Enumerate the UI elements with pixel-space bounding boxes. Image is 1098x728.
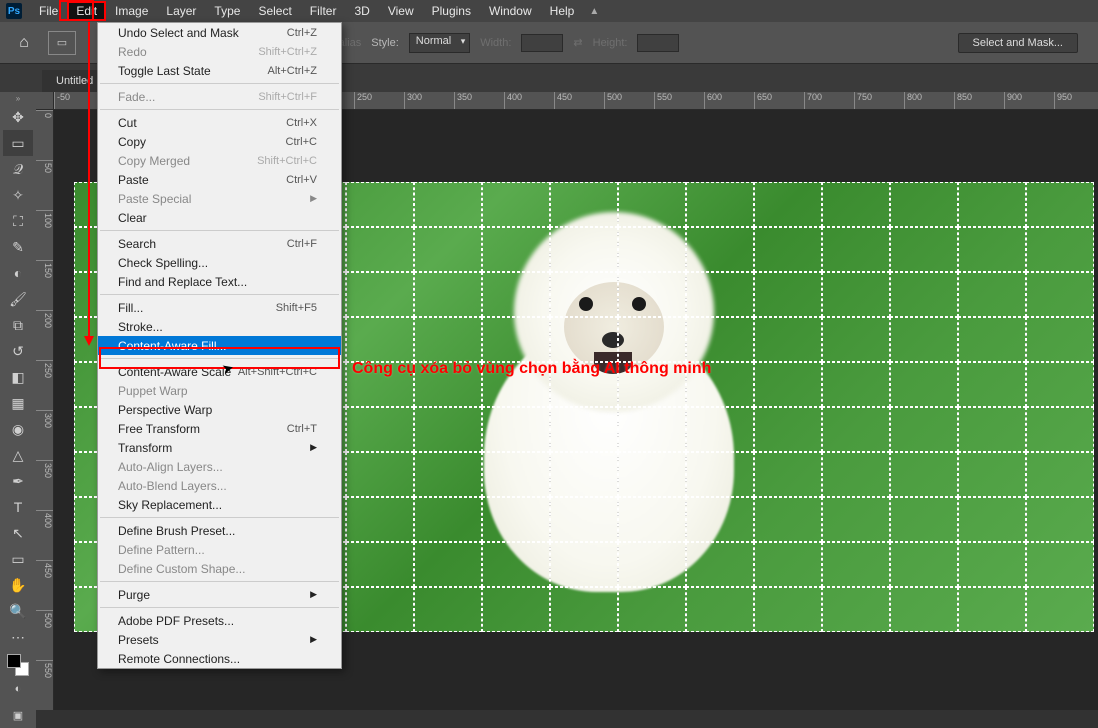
- menu-item-define-brush-preset[interactable]: Define Brush Preset...: [98, 521, 341, 540]
- menu-type[interactable]: Type: [205, 1, 249, 21]
- menu-3d[interactable]: 3D: [345, 1, 378, 21]
- brush-tool-icon[interactable]: 🖌: [3, 286, 33, 312]
- annotation-arrow: [88, 22, 90, 344]
- menu-item-remote-connections[interactable]: Remote Connections...: [98, 649, 341, 668]
- annotation-text: Công cụ xóa bỏ vùng chọn bằng AI thông m…: [352, 360, 711, 378]
- style-label: Style:: [371, 37, 399, 49]
- style-select[interactable]: Normal: [409, 33, 470, 53]
- height-input[interactable]: [637, 34, 679, 52]
- width-label: Width:: [480, 37, 511, 49]
- menu-item-fade: Fade...Shift+Ctrl+F: [98, 87, 341, 106]
- crop-tool-icon[interactable]: ⛶: [3, 208, 33, 234]
- menu-item-define-pattern: Define Pattern...: [98, 540, 341, 559]
- menu-window[interactable]: Window: [480, 1, 541, 21]
- lasso-tool-icon[interactable]: 𝒬: [3, 156, 33, 182]
- color-swatches[interactable]: [7, 654, 29, 676]
- menu-item-perspective-warp[interactable]: Perspective Warp: [98, 400, 341, 419]
- menu-item-auto-align-layers: Auto-Align Layers...: [98, 457, 341, 476]
- menu-item-free-transform[interactable]: Free TransformCtrl+T: [98, 419, 341, 438]
- menu-item-redo: RedoShift+Ctrl+Z: [98, 42, 341, 61]
- menu-plugins[interactable]: Plugins: [423, 1, 480, 21]
- collapse-icon[interactable]: ▲: [589, 6, 599, 17]
- menu-item-content-aware-fill[interactable]: Content-Aware Fill...: [98, 336, 341, 355]
- menu-item-sky-replacement[interactable]: Sky Replacement...: [98, 495, 341, 514]
- gradient-tool-icon[interactable]: ▦: [3, 390, 33, 416]
- pen-tool-icon[interactable]: ✒: [3, 468, 33, 494]
- edit-menu-dropdown: Undo Select and MaskCtrl+ZRedoShift+Ctrl…: [97, 22, 342, 669]
- menu-image[interactable]: Image: [106, 1, 157, 21]
- swap-icon[interactable]: ⇄: [573, 36, 582, 49]
- ps-logo-icon: Ps: [6, 3, 22, 19]
- menubar: Ps FileEditImageLayerTypeSelectFilter3DV…: [0, 0, 1098, 22]
- menu-item-content-aware-scale[interactable]: Content-Aware ScaleAlt+Shift+Ctrl+C: [98, 362, 341, 381]
- menu-item-undo-select-and-mask[interactable]: Undo Select and MaskCtrl+Z: [98, 23, 341, 42]
- menu-item-check-spelling[interactable]: Check Spelling...: [98, 253, 341, 272]
- menu-item-puppet-warp: Puppet Warp: [98, 381, 341, 400]
- move-tool-icon[interactable]: ✥: [3, 104, 33, 130]
- eraser-tool-icon[interactable]: ◧: [3, 364, 33, 390]
- menu-edit[interactable]: Edit: [67, 1, 106, 21]
- menu-item-cut[interactable]: CutCtrl+X: [98, 113, 341, 132]
- screenmode-icon[interactable]: ▣: [3, 702, 33, 728]
- menu-item-fill[interactable]: Fill...Shift+F5: [98, 298, 341, 317]
- menu-item-purge[interactable]: Purge▶: [98, 585, 341, 604]
- panel-grip-icon[interactable]: »: [16, 94, 20, 104]
- quickmask-icon[interactable]: ◐: [3, 676, 33, 702]
- menu-item-copy[interactable]: CopyCtrl+C: [98, 132, 341, 151]
- more-tool-icon[interactable]: ⋯: [3, 624, 33, 650]
- home-icon[interactable]: ⌂: [10, 29, 38, 57]
- menu-item-search[interactable]: SearchCtrl+F: [98, 234, 341, 253]
- menu-item-paste[interactable]: PasteCtrl+V: [98, 170, 341, 189]
- ruler-vertical: 050100150200250300350400450500550600: [36, 110, 54, 710]
- menu-item-auto-blend-layers: Auto-Blend Layers...: [98, 476, 341, 495]
- eyedropper-tool-icon[interactable]: ✎: [3, 234, 33, 260]
- history-brush-tool-icon[interactable]: ↺: [3, 338, 33, 364]
- menu-item-find-and-replace-text[interactable]: Find and Replace Text...: [98, 272, 341, 291]
- menu-help[interactable]: Help: [541, 1, 584, 21]
- menu-item-paste-special: Paste Special▶: [98, 189, 341, 208]
- menu-item-transform[interactable]: Transform▶: [98, 438, 341, 457]
- magic-wand-tool-icon[interactable]: ✧: [3, 182, 33, 208]
- hand-tool-icon[interactable]: ✋: [3, 572, 33, 598]
- menu-item-toggle-last-state[interactable]: Toggle Last StateAlt+Ctrl+Z: [98, 61, 341, 80]
- blur-tool-icon[interactable]: ◉: [3, 416, 33, 442]
- dodge-tool-icon[interactable]: △: [3, 442, 33, 468]
- ruler-corner: [36, 92, 54, 110]
- shape-tool-icon[interactable]: ▭: [3, 546, 33, 572]
- image-subject: [434, 202, 784, 612]
- menu-file[interactable]: File: [30, 1, 67, 21]
- type-tool-icon[interactable]: T: [3, 494, 33, 520]
- tools-panel: » ✥▭𝒬✧⛶✎◐🖌⧉↺◧▦◉△✒T↖▭✋🔍⋯ ◐ ▣: [0, 92, 36, 728]
- menu-select[interactable]: Select: [249, 1, 300, 21]
- menu-item-adobe-pdf-presets[interactable]: Adobe PDF Presets...: [98, 611, 341, 630]
- select-and-mask-button[interactable]: Select and Mask...: [958, 33, 1079, 53]
- menu-item-copy-merged: Copy MergedShift+Ctrl+C: [98, 151, 341, 170]
- menu-layer[interactable]: Layer: [157, 1, 205, 21]
- menu-filter[interactable]: Filter: [301, 1, 346, 21]
- menu-item-define-custom-shape: Define Custom Shape...: [98, 559, 341, 578]
- width-input[interactable]: [521, 34, 563, 52]
- spot-heal-tool-icon[interactable]: ◐: [3, 260, 33, 286]
- active-tool-icon[interactable]: ▭: [48, 31, 76, 55]
- fg-swatch[interactable]: [7, 654, 21, 668]
- menu-view[interactable]: View: [379, 1, 423, 21]
- marquee-tool-icon[interactable]: ▭: [3, 130, 33, 156]
- menu-item-stroke[interactable]: Stroke...: [98, 317, 341, 336]
- menu-item-presets[interactable]: Presets▶: [98, 630, 341, 649]
- clone-tool-icon[interactable]: ⧉: [3, 312, 33, 338]
- menu-item-clear[interactable]: Clear: [98, 208, 341, 227]
- path-tool-icon[interactable]: ↖: [3, 520, 33, 546]
- zoom-tool-icon[interactable]: 🔍: [3, 598, 33, 624]
- height-label: Height:: [593, 37, 628, 49]
